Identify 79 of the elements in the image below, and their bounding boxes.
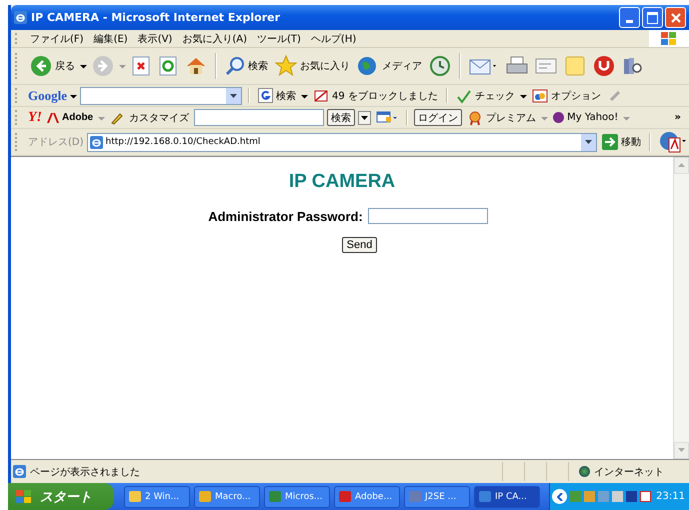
windows-logo-icon (16, 490, 32, 504)
premium-button[interactable]: プレミアム (465, 110, 538, 126)
back-button[interactable]: 戻る (28, 55, 77, 77)
url-text: http://192.168.0.10/CheckAD.html (106, 137, 262, 147)
status-text: ページが表示されました (30, 466, 140, 478)
tray-icon[interactable] (640, 491, 652, 502)
window-title: IP CAMERA - Microsoft Internet Explorer (31, 11, 282, 24)
expand-tray-button[interactable] (552, 489, 568, 504)
google-g-icon (258, 88, 273, 103)
globe-icon (579, 466, 590, 477)
yahoo-search-button[interactable]: 検索 (327, 109, 356, 126)
address-label: アドレス(D) (28, 136, 84, 149)
customize-button[interactable]: カスタマイズ (108, 110, 192, 124)
options-icon (532, 88, 548, 104)
taskbar-button[interactable]: 2 Win... (124, 486, 190, 508)
yahoo-search-field[interactable] (194, 109, 324, 126)
menu-item[interactable]: お気に入り(A) (177, 32, 252, 46)
caret-icon (361, 114, 368, 120)
search-icon (225, 56, 245, 76)
page-heading: IP CAMERA (288, 171, 396, 193)
maximize-button[interactable] (642, 7, 663, 28)
star-icon (275, 55, 297, 77)
my-yahoo-button[interactable]: My Yahoo! (551, 112, 620, 123)
history-button[interactable] (427, 55, 453, 77)
power-button[interactable] (591, 55, 617, 77)
close-button[interactable] (665, 7, 686, 28)
windows-logo-icon (649, 30, 689, 47)
caret-down-icon (678, 448, 685, 453)
zone-text: インターネット (594, 466, 664, 478)
caret-up-icon (678, 163, 685, 168)
minimize-button[interactable] (619, 7, 640, 28)
taskbar-button[interactable]: Macro... (194, 486, 260, 508)
dropdown-arrow-icon[interactable] (230, 92, 237, 98)
menu-item[interactable]: ヘルプ(H) (306, 32, 362, 46)
caret-icon (585, 139, 592, 145)
page-icon (13, 465, 26, 478)
page-icon (90, 136, 103, 148)
yahoo-logo[interactable]: Y! (28, 110, 42, 126)
arrow-right-icon (602, 134, 618, 150)
more-button[interactable]: » (674, 112, 681, 123)
favorites-button[interactable]: お気に入り (273, 55, 352, 77)
clock: 23:11 (656, 491, 685, 502)
google-search-button[interactable]: 検索 (256, 88, 298, 103)
chevron-left-icon (556, 492, 563, 500)
taskbar-button[interactable]: J2SE ... (404, 486, 470, 508)
search-button[interactable]: 検索 (223, 56, 270, 76)
spell-check-button[interactable]: チェック (454, 88, 517, 104)
taskbar-button[interactable]: Micros... (264, 486, 330, 508)
taskbar-button[interactable]: IP CA... (474, 486, 540, 508)
menu-item[interactable]: 表示(V) (132, 32, 178, 46)
close-icon (670, 12, 682, 24)
dropdown-button[interactable] (581, 134, 596, 150)
circle-icon (553, 112, 564, 123)
menu-item[interactable]: ファイル(F) (25, 32, 89, 46)
go-button[interactable]: 移動 (600, 134, 643, 150)
password-label: Administrator Password: (208, 208, 363, 224)
ribbon-icon (467, 110, 484, 126)
taskbar-button[interactable]: Adobe... (334, 486, 400, 508)
tray-icon[interactable] (626, 491, 638, 502)
globe-icon (357, 55, 379, 77)
adobe-logo-icon (47, 112, 59, 124)
send-button[interactable]: Send (342, 237, 378, 253)
blocked-window-icon (313, 88, 329, 104)
menu-item[interactable]: ツール(T) (252, 32, 306, 46)
scrollbar[interactable] (673, 157, 689, 459)
address-field[interactable]: http://192.168.0.10/CheckAD.html (86, 132, 597, 152)
password-field[interactable] (368, 208, 488, 224)
media-button[interactable]: メディア (355, 55, 424, 77)
check-mark-icon (456, 88, 472, 104)
options-button[interactable]: オプション (530, 88, 603, 104)
google-logo[interactable]: Google (28, 88, 67, 104)
menu-item[interactable]: 編集(E) (88, 32, 133, 46)
login-button[interactable]: ログイン (414, 109, 462, 126)
pdf-globe-icon[interactable] (657, 131, 689, 153)
dropdown-button[interactable] (358, 110, 372, 124)
google-search-field[interactable] (80, 86, 242, 104)
adobe-button[interactable]: Adobe (45, 112, 96, 124)
start-button[interactable]: スタート (8, 483, 114, 510)
popup-blocker-button[interactable]: 49 をブロックしました (311, 88, 440, 104)
